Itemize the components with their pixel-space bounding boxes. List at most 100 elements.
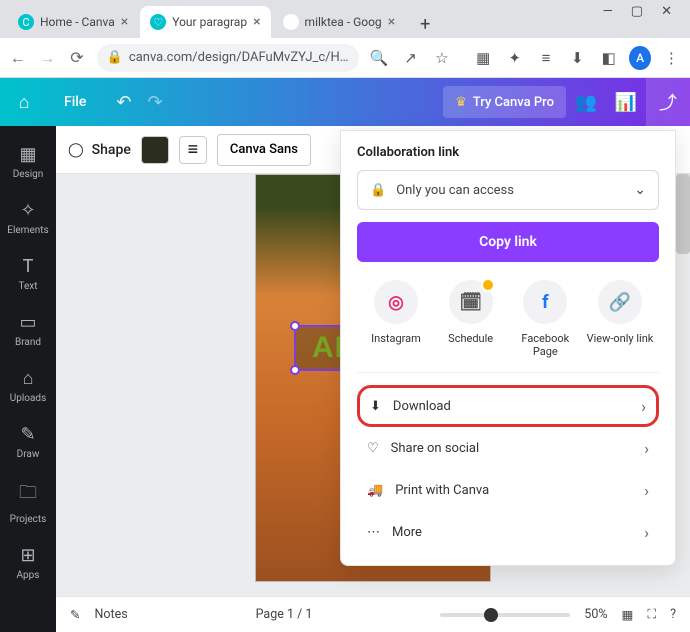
close-tab-icon[interactable]: ×: [253, 14, 260, 30]
elements-icon: ✧: [20, 200, 35, 221]
crown-icon: ♛: [455, 95, 467, 110]
share-target-schedule[interactable]: 🗓Schedule: [436, 280, 506, 358]
shape-button[interactable]: ◯ Shape: [68, 142, 131, 158]
shape-label: Shape: [92, 142, 131, 158]
sidebar-label: Projects: [10, 514, 47, 525]
page-indicator[interactable]: Page 1 / 1: [256, 607, 313, 622]
sidepanel-icon[interactable]: ◧: [598, 46, 619, 70]
window-close[interactable]: ✕: [661, 4, 672, 26]
resize-handle-bl[interactable]: [290, 365, 300, 375]
reload-button[interactable]: ⟳: [67, 47, 87, 69]
sidebar-item-design[interactable]: ▦ Design: [0, 134, 56, 190]
browser-tab[interactable]: CHome - Canva×: [8, 6, 138, 38]
browser-tab[interactable]: Gmilktea - Goog×: [273, 6, 406, 38]
file-menu[interactable]: File: [48, 94, 102, 110]
left-sidebar: ▦ Design ✧ Elements TText ▭ Brand ⌂Uploads✎Draw…: [0, 126, 56, 632]
window-maximize[interactable]: ▢: [631, 4, 643, 26]
copy-link-button[interactable]: Copy link: [357, 222, 659, 262]
favicon-icon: G: [283, 14, 299, 30]
help-icon[interactable]: ?: [670, 607, 676, 622]
action-label: More: [392, 525, 422, 540]
favicon-icon: ♡: [150, 14, 166, 30]
font-selector[interactable]: Canva Sans: [217, 134, 311, 166]
access-text: Only you can access: [396, 183, 514, 198]
sidebar-item-elements[interactable]: ✧ Elements: [0, 190, 56, 246]
apps-icon[interactable]: ▦: [473, 46, 494, 70]
lock-icon: 🔒: [107, 50, 123, 65]
sidebar-item-draw[interactable]: ✎Draw: [0, 414, 56, 470]
sidebar-label: Uploads: [10, 393, 46, 404]
access-selector[interactable]: 🔒 Only you can access ⌄: [357, 170, 659, 210]
menu-icon[interactable]: ⋮: [661, 46, 682, 70]
forward-button[interactable]: →: [38, 47, 58, 69]
chevron-right-icon: ›: [641, 397, 646, 416]
projects-icon: 🗀: [19, 480, 37, 510]
share-actions-list: ⬇Download›♡Share on social›🚚Print with C…: [357, 385, 659, 553]
zoom-level[interactable]: 50%: [584, 607, 607, 622]
reading-list-icon[interactable]: ≡: [535, 46, 556, 70]
share-url-icon[interactable]: ↗: [400, 46, 421, 70]
sidebar-label: Text: [18, 281, 37, 292]
zoom-slider[interactable]: [440, 613, 570, 617]
sidebar-item-projects[interactable]: 🗀 Projects: [0, 470, 56, 535]
sidebar-label: Elements: [7, 225, 48, 236]
profile-avatar[interactable]: A: [629, 46, 650, 70]
try-canva-pro-button[interactable]: ♛ Try Canva Pro: [443, 86, 566, 118]
draw-icon: ✎: [20, 424, 35, 445]
extensions-icon[interactable]: ✦: [504, 46, 525, 70]
share-action-share-on-social[interactable]: ♡Share on social›: [357, 427, 659, 469]
sidebar-label: Design: [13, 169, 44, 180]
sidebar-label: Brand: [15, 337, 41, 348]
share-target-label: Instagram: [371, 332, 421, 345]
close-tab-icon[interactable]: ×: [388, 14, 395, 30]
pro-badge-icon: [481, 278, 495, 292]
canva-topbar: ⌂ File ↶ ↷ ♛ Try Canva Pro 👥 📊 ⤴: [0, 78, 690, 126]
share-action-print-with-canva[interactable]: 🚚Print with Canva›: [357, 469, 659, 511]
undo-button[interactable]: ↶: [116, 92, 131, 113]
home-button[interactable]: ⌂: [0, 78, 48, 126]
list-style-button[interactable]: ≡: [179, 136, 207, 164]
share-action-download[interactable]: ⬇Download›: [357, 385, 659, 427]
notes-icon[interactable]: ✎: [70, 607, 80, 623]
downloads-icon[interactable]: ⬇: [567, 46, 588, 70]
window-minimize[interactable]: —: [603, 4, 613, 26]
bottom-bar: ✎ Notes Page 1 / 1 50% ▦ ⛶ ?: [56, 596, 690, 632]
resize-handle-tl[interactable]: [290, 321, 300, 331]
sidebar-item-uploads[interactable]: ⌂Uploads: [0, 358, 56, 414]
tab-title: Home - Canva: [40, 15, 115, 29]
address-bar[interactable]: 🔒 canva.com/design/DAFuMvZYJ_c/H…: [97, 44, 359, 72]
bookmark-icon[interactable]: ☆: [431, 46, 452, 70]
analytics-icon[interactable]: 📊: [606, 78, 646, 126]
brand-icon: ▭: [19, 312, 36, 333]
sidebar-item-text[interactable]: TText: [0, 246, 56, 302]
color-picker[interactable]: [141, 136, 169, 164]
design-icon: ▦: [19, 144, 36, 165]
action-icon: ♡: [367, 441, 379, 456]
notes-button[interactable]: Notes: [94, 607, 127, 622]
apps-icon: ⊞: [20, 545, 35, 566]
redo-button[interactable]: ↷: [147, 92, 162, 113]
close-tab-icon[interactable]: ×: [121, 14, 128, 30]
share-action-more[interactable]: ⋯More›: [357, 511, 659, 553]
back-button[interactable]: ←: [8, 47, 28, 69]
zoom-thumb[interactable]: [484, 608, 498, 622]
lock-icon: 🔒: [370, 183, 386, 198]
share-target-view-only-link[interactable]: 🔗View-only link: [585, 280, 655, 358]
fullscreen-icon[interactable]: ⛶: [647, 607, 656, 622]
share-target-facebook-page[interactable]: fFacebook Page: [510, 280, 580, 358]
vertical-scrollbar[interactable]: [676, 174, 690, 254]
zoom-icon[interactable]: 🔍: [369, 46, 390, 70]
new-tab-button[interactable]: +: [411, 10, 439, 38]
sidebar-item-apps[interactable]: ⊞Apps: [0, 535, 56, 591]
shape-icon: ◯: [68, 142, 84, 158]
share-target-instagram[interactable]: ◎Instagram: [361, 280, 431, 358]
chevron-right-icon: ›: [644, 523, 649, 542]
collaborators-icon[interactable]: 👥: [566, 78, 606, 126]
grid-view-icon[interactable]: ▦: [622, 607, 634, 623]
share-panel: Collaboration link 🔒 Only you can access…: [340, 130, 676, 566]
action-icon: 🚚: [367, 483, 383, 498]
share-button[interactable]: ⤴: [646, 78, 690, 126]
sidebar-item-brand[interactable]: ▭ Brand: [0, 302, 56, 358]
browser-tab[interactable]: ♡Your paragrap×: [140, 6, 270, 38]
collab-link-label: Collaboration link: [357, 145, 659, 160]
